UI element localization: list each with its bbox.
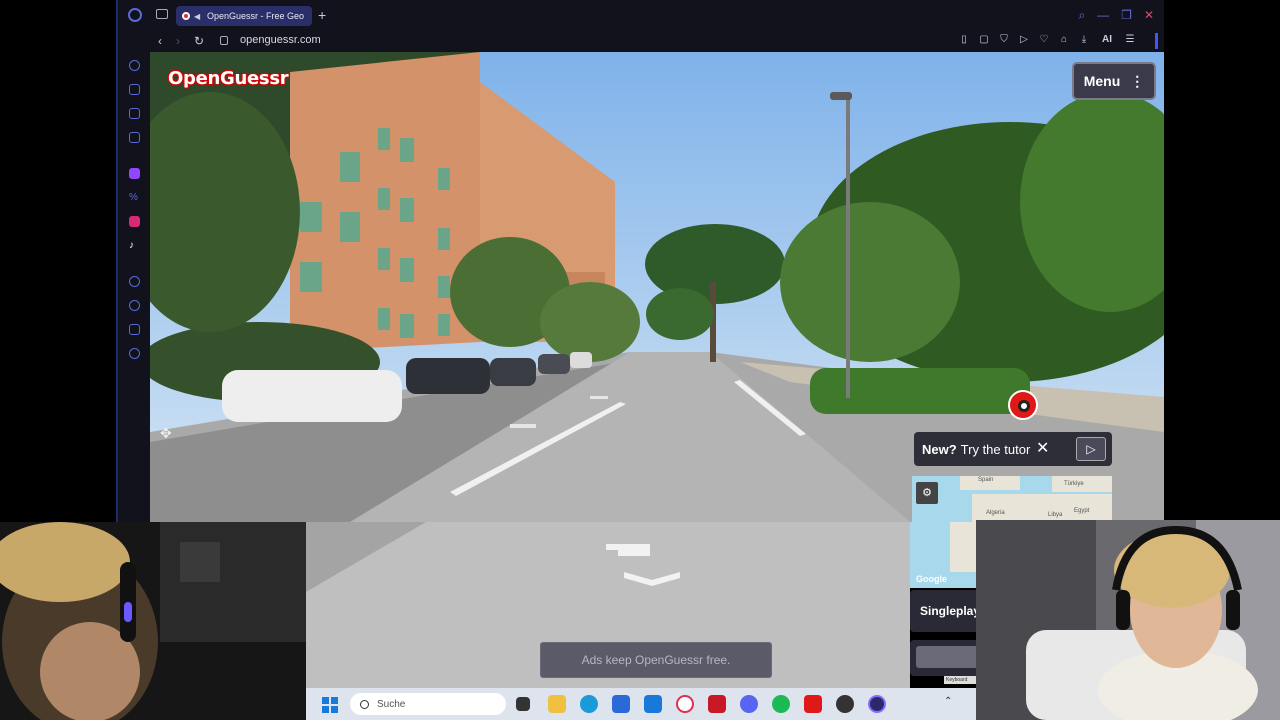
- easy-setup-icon[interactable]: ☰: [1124, 34, 1136, 46]
- singleplayer-label: Singleplay: [920, 604, 981, 618]
- file-explorer-icon[interactable]: [548, 695, 566, 713]
- openguessr-logo[interactable]: OpenGuessr: [168, 68, 289, 89]
- menu-label: Menu: [1083, 73, 1121, 89]
- guess-map[interactable]: Spain Türkiye Algeria Libya Egypt ⚙: [912, 476, 1112, 522]
- accent-bar: [1155, 33, 1158, 49]
- spotify-icon[interactable]: [772, 695, 790, 713]
- tutorial-prompt: New? Try the tutor ✕ ▷: [914, 432, 1112, 466]
- search-placeholder: Suche: [377, 698, 406, 710]
- search-icon: [360, 699, 369, 709]
- ads-banner: Ads keep OpenGuessr free.: [540, 642, 772, 678]
- title-bar: ◀ OpenGuessr - Free Geo + ⌕ — ❐ ✕: [118, 0, 1164, 30]
- task-view-icon[interactable]: [516, 697, 530, 711]
- map-land-africa: [972, 494, 1112, 522]
- singleplayer-panel[interactable]: Singleplay: [910, 590, 980, 632]
- adblock-icon[interactable]: ⛉: [998, 34, 1010, 46]
- webcam-left: [0, 522, 306, 720]
- webcam-right: [976, 520, 1280, 720]
- pin-icon[interactable]: ▯: [958, 34, 970, 46]
- taskbar: Suche ⌃: [306, 688, 976, 720]
- menu-button[interactable]: Menu ⋮: [1072, 62, 1156, 100]
- minimize-icon[interactable]: —: [1097, 8, 1109, 22]
- tutorial-text: Try the tutor: [960, 441, 1031, 457]
- chevron-up-icon[interactable]: ⌃: [944, 696, 952, 707]
- edge-icon[interactable]: [580, 695, 598, 713]
- guess-map-lower[interactable]: Google: [910, 522, 976, 588]
- opera-menu-icon[interactable]: [128, 8, 142, 22]
- map-settings-icon[interactable]: ⚙: [916, 482, 938, 504]
- start-icon[interactable]: [322, 697, 338, 713]
- map-label: Spain: [978, 477, 994, 483]
- bag-icon[interactable]: [129, 84, 140, 95]
- address-bar: ‹ › ↻ openguessr.com ▯ ▢ ⛉ ▷ ♡ ⌂ ⤓ AI ☰: [118, 30, 1164, 52]
- window-controls: ⌕ — ❐ ✕: [1078, 8, 1154, 22]
- more-vertical-icon: ⋮: [1130, 73, 1145, 89]
- play-icon[interactable]: ▷: [1018, 34, 1030, 46]
- map-land-africa: [950, 522, 976, 572]
- outlook-icon[interactable]: [644, 695, 662, 713]
- tab-openguessr[interactable]: ◀ OpenGuessr - Free Geo: [176, 6, 312, 26]
- mcafee-icon[interactable]: [708, 695, 726, 713]
- instagram-icon[interactable]: [129, 216, 140, 227]
- aria-ai-button[interactable]: AI: [1098, 34, 1116, 46]
- history-icon[interactable]: [129, 300, 140, 311]
- wallet-icon[interactable]: ⌂: [1058, 34, 1070, 46]
- keyboard-tag: Keyboard: [944, 676, 976, 684]
- close-icon[interactable]: ✕: [1144, 8, 1154, 22]
- tiktok-icon[interactable]: ♪: [129, 240, 140, 251]
- map-label: Egypt: [1074, 508, 1090, 514]
- tab-manager-icon[interactable]: [156, 9, 168, 19]
- street-view-panorama[interactable]: OpenGuessr Menu ⋮ New? Try the tutor ✕ ▷…: [150, 52, 1164, 522]
- map-label: Libya: [1048, 512, 1063, 518]
- taskbar-search[interactable]: Suche: [350, 693, 506, 715]
- move-cursor-icon: ✥: [160, 425, 172, 441]
- speed-dial-icon[interactable]: [129, 60, 140, 71]
- extension-icons: ▯ ▢ ⛉ ▷ ♡ ⌂ ⤓ AI ☰: [958, 34, 1136, 46]
- app-red-icon[interactable]: [804, 695, 822, 713]
- reload-button[interactable]: ↻: [194, 33, 204, 49]
- obs-icon[interactable]: [836, 695, 854, 713]
- webcam-left-feed: [0, 522, 306, 720]
- guess-button-fill: [916, 646, 976, 668]
- webcam-right-feed: [976, 520, 1280, 720]
- opera-gx-icon[interactable]: [676, 695, 694, 713]
- tab-title: OpenGuessr - Free Geo: [207, 11, 305, 21]
- guess-button[interactable]: [910, 640, 976, 676]
- tutorial-close-button[interactable]: ✕: [1036, 440, 1049, 458]
- back-button[interactable]: ‹: [158, 33, 162, 49]
- mascot-icon: [1008, 390, 1038, 420]
- mascot-eye-icon: [1018, 400, 1030, 412]
- sidebar: % ♪: [118, 52, 150, 522]
- search-tabs-icon[interactable]: ⌕: [1078, 8, 1085, 22]
- tutorial-bold: New?: [922, 441, 957, 457]
- favicon-icon: [182, 12, 190, 20]
- twitch-icon[interactable]: [129, 168, 140, 179]
- heart-icon[interactable]: ♡: [1038, 34, 1050, 46]
- opera-icon[interactable]: [868, 695, 886, 713]
- snapshot-icon[interactable]: ▢: [978, 34, 990, 46]
- store-icon[interactable]: [612, 695, 630, 713]
- mute-icon[interactable]: ◀: [194, 12, 203, 21]
- url-field[interactable]: openguessr.com: [240, 34, 321, 46]
- map-label: Türkiye: [1064, 481, 1084, 487]
- screen: ◀ OpenGuessr - Free Geo + ⌕ — ❐ ✕ ‹ › ↻ …: [0, 0, 1280, 720]
- lock-icon[interactable]: [220, 36, 228, 45]
- forward-button[interactable]: ›: [176, 33, 180, 49]
- player-icon[interactable]: [129, 276, 140, 287]
- tutorial-play-button[interactable]: ▷: [1076, 437, 1106, 461]
- settings-icon[interactable]: [129, 348, 140, 359]
- map-label: Algeria: [986, 510, 1005, 516]
- messenger-icon[interactable]: [129, 132, 140, 143]
- extensions-icon[interactable]: [129, 324, 140, 335]
- map-watermark: Google: [916, 574, 947, 584]
- new-tab-button[interactable]: +: [318, 8, 326, 22]
- vpn-icon[interactable]: [129, 108, 140, 119]
- download-icon[interactable]: ⤓: [1078, 34, 1090, 46]
- browser-window: ◀ OpenGuessr - Free Geo + ⌕ — ❐ ✕ ‹ › ↻ …: [116, 0, 1164, 522]
- maximize-icon[interactable]: ❐: [1121, 8, 1132, 22]
- discord-icon[interactable]: [740, 695, 758, 713]
- percent-icon[interactable]: %: [129, 192, 140, 203]
